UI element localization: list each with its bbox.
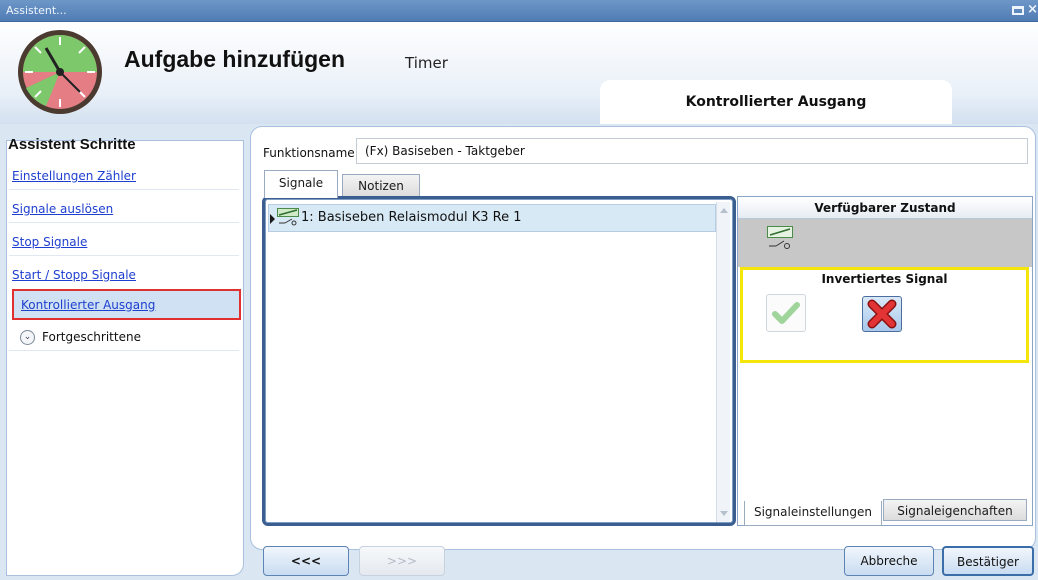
inverted-signal-title: Invertiertes Signal — [821, 272, 948, 286]
step-kontrollierter-ausgang[interactable]: Kontrollierter Ausgang — [12, 289, 241, 320]
back-button[interactable]: <<< — [263, 546, 349, 576]
function-name-label: Funktionsname — [263, 146, 355, 160]
tab-signaleigenschaften[interactable]: Signaleigenchaften — [883, 499, 1027, 521]
confirm-button[interactable]: Bestätiger — [942, 546, 1034, 576]
tab-notizen[interactable]: Notizen — [342, 174, 420, 196]
maximize-icon[interactable] — [1012, 6, 1024, 15]
function-name-input[interactable]: (Fx) Basiseben - Taktgeber — [356, 138, 1028, 164]
scroll-down-icon[interactable] — [720, 511, 728, 516]
divider — [9, 255, 239, 256]
list-item[interactable]: 1: Basiseben Relaismodul K3 Re 1 — [268, 204, 716, 232]
tab-signaleinstellungen[interactable]: Signaleinstellungen — [744, 501, 882, 526]
scroll-up-icon[interactable] — [720, 208, 728, 213]
relay-icon[interactable] — [767, 226, 793, 252]
x-icon — [867, 299, 897, 329]
current-step-title: Kontrollierter Ausgang — [600, 80, 952, 124]
close-icon[interactable]: × — [1027, 2, 1038, 17]
row-selector-icon — [270, 214, 275, 224]
inverted-no-button[interactable] — [862, 296, 902, 332]
chevron-down-icon[interactable]: ⌄ — [20, 330, 35, 345]
signals-list — [262, 196, 736, 526]
window-titlebar: Assistent... × — [0, 0, 1038, 22]
inverted-yes-button[interactable] — [766, 294, 806, 332]
timer-clock-icon — [18, 30, 102, 114]
step-start-stopp-signale[interactable]: Start / Stopp Signale — [12, 268, 136, 282]
signals-scrollbar[interactable] — [716, 202, 730, 522]
next-button[interactable]: >>> — [359, 546, 445, 576]
divider — [9, 350, 239, 351]
check-icon — [772, 302, 800, 324]
relay-icon — [277, 208, 299, 226]
cancel-button[interactable]: Abbreche — [844, 546, 934, 576]
divider — [9, 189, 239, 190]
step-kontrollierter-ausgang-label: Kontrollierter Ausgang — [21, 298, 156, 312]
step-einstellungen-zaehler[interactable]: Einstellungen Zähler — [12, 169, 136, 183]
page-title: Aufgabe hinzufügen — [124, 46, 346, 72]
advanced-toggle-label[interactable]: Fortgeschrittene — [42, 330, 141, 344]
wizard-header: Aufgabe hinzufügen Timer Kontrollierter … — [0, 22, 1038, 124]
step-signale-ausloesen[interactable]: Signale auslösen — [12, 202, 113, 216]
step-stop-signale[interactable]: Stop Signale — [12, 235, 87, 249]
signal-label: 1: Basiseben Relaismodul K3 Re 1 — [301, 210, 522, 225]
divider — [9, 222, 239, 223]
available-state-title: Verfügbarer Zustand — [738, 197, 1032, 219]
page-subtitle: Timer — [405, 54, 448, 72]
tab-signale[interactable]: Signale — [264, 170, 338, 198]
window-title: Assistent... — [6, 4, 67, 17]
steps-heading: Assistent Schritte — [8, 136, 136, 153]
